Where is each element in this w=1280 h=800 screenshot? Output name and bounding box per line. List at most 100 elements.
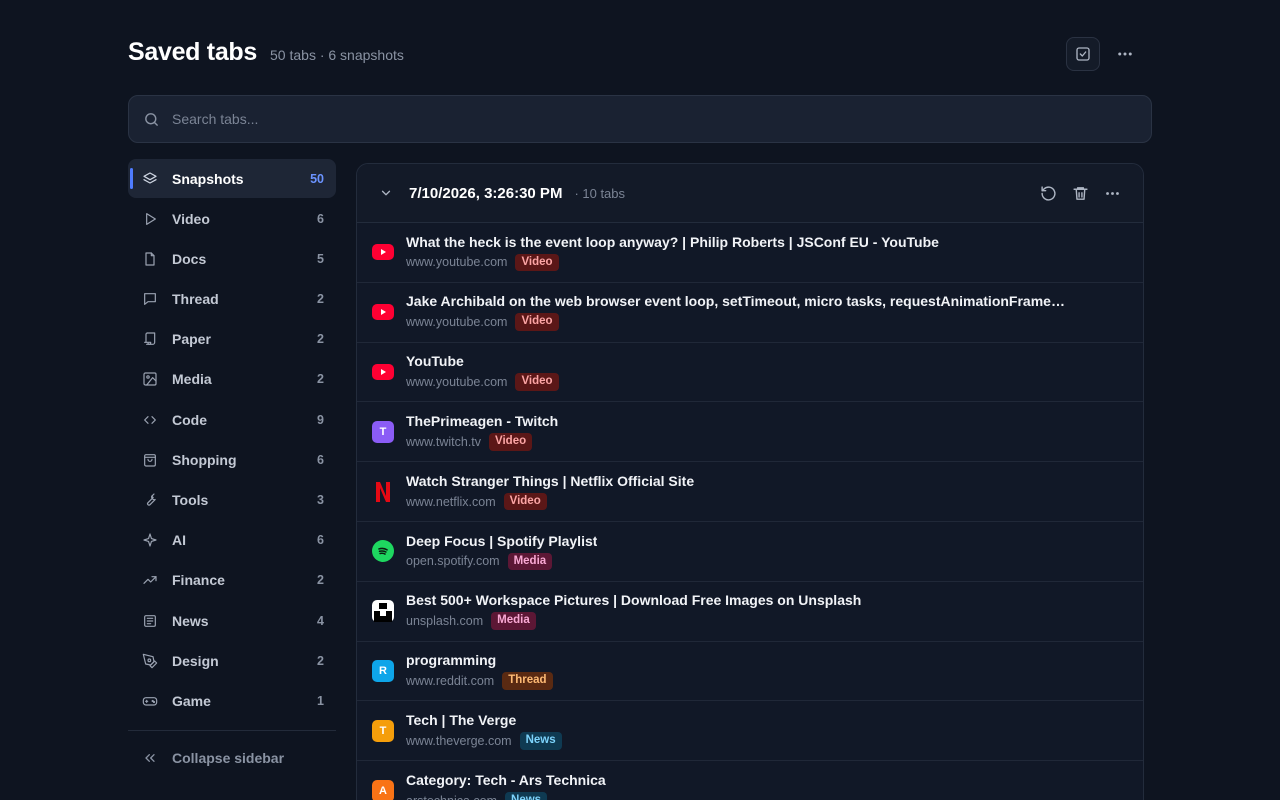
- sidebar-item-count: 2: [317, 372, 324, 387]
- tab-row[interactable]: A Category: Tech - Ars Technica arstechnic…: [357, 761, 1143, 800]
- tab-meta: www.twitch.tv Video: [406, 433, 558, 451]
- tab-text: YouTube www.youtube.com Video: [406, 353, 559, 391]
- snapshot-more-button[interactable]: [1103, 184, 1121, 202]
- category-tag: Media: [491, 612, 536, 630]
- search-input[interactable]: [172, 111, 1072, 127]
- newspaper-icon: [142, 613, 158, 629]
- sidebar-item-game[interactable]: Game 1: [128, 681, 336, 720]
- sidebar-item-label: Code: [172, 411, 207, 428]
- tab-meta: unsplash.com Media: [406, 612, 861, 630]
- sidebar-item-thread[interactable]: Thread 2: [128, 280, 336, 319]
- sidebar-item-count: 9: [317, 412, 324, 427]
- tab-row[interactable]: YouTube www.youtube.com Video: [357, 343, 1143, 403]
- sidebar-item-label: News: [172, 612, 209, 629]
- sidebar-list: Snapshots 50 Video 6 Docs 5 Thread 2 Paper 2 Media…: [128, 159, 336, 720]
- tab-row[interactable]: Deep Focus | Spotify Playlist open.spotif…: [357, 522, 1143, 582]
- search-bar[interactable]: [128, 95, 1152, 143]
- delete-snapshot-button[interactable]: [1071, 184, 1089, 202]
- sidebar-item-count: 2: [317, 573, 324, 588]
- image-icon: [142, 371, 158, 387]
- tab-row[interactable]: What the heck is the event loop anyway? …: [357, 223, 1143, 283]
- more-horizontal-icon: [1118, 52, 1132, 56]
- category-tag: Video: [515, 373, 559, 391]
- tab-title[interactable]: YouTube: [406, 353, 559, 369]
- tab-domain: open.spotify.com: [406, 554, 500, 569]
- message-icon: [142, 291, 158, 307]
- tab-text: Deep Focus | Spotify Playlist open.spotif…: [406, 533, 597, 571]
- letter-favicon-icon: R: [372, 659, 394, 682]
- sidebar-item-count: 6: [317, 533, 324, 548]
- tab-row[interactable]: Best 500+ Workspace Pictures | Download …: [357, 582, 1143, 642]
- collapse-sidebar-label: Collapse sidebar: [172, 750, 285, 767]
- sidebar-item-label: Thread: [172, 291, 219, 308]
- app-root: Saved tabs 50 tabs · 6 snapshots Snapsho…: [0, 0, 1280, 800]
- rotate-ccw-icon: [1040, 185, 1056, 201]
- tab-row[interactable]: Watch Stranger Things | Netflix Official…: [357, 462, 1143, 522]
- tab-title[interactable]: ThePrimeagen - Twitch: [406, 413, 558, 429]
- youtube-favicon-icon: [372, 304, 394, 321]
- tab-title[interactable]: programming: [406, 652, 553, 668]
- restore-snapshot-button[interactable]: [1039, 184, 1057, 202]
- tab-meta: arstechnica.com News: [406, 791, 606, 800]
- page-subtitle: 50 tabs · 6 snapshots: [270, 47, 404, 63]
- unsplash-favicon-icon: [372, 600, 394, 623]
- sidebar-item-media[interactable]: Media 2: [128, 360, 336, 399]
- sidebar-item-label: Paper: [172, 331, 211, 348]
- tab-meta: www.netflix.com Video: [406, 492, 694, 511]
- more-horizontal-icon: [1105, 191, 1119, 195]
- tab-row[interactable]: T Tech | The Verge www.theverge.com News: [357, 701, 1143, 762]
- tab-title[interactable]: Deep Focus | Spotify Playlist: [406, 533, 597, 549]
- youtube-favicon-icon: [372, 244, 394, 261]
- tab-domain: arstechnica.com: [406, 794, 497, 800]
- tab-title[interactable]: Tech | The Verge: [406, 712, 562, 728]
- tab-text: programming www.reddit.com Thread: [406, 652, 553, 690]
- sidebar-item-ai[interactable]: AI 6: [128, 521, 336, 560]
- sidebar-item-snapshots[interactable]: Snapshots 50: [128, 159, 336, 198]
- select-mode-button[interactable]: [1066, 37, 1100, 71]
- tab-list: What the heck is the event loop anyway? …: [357, 223, 1143, 800]
- sidebar-item-design[interactable]: Design 2: [128, 641, 336, 680]
- sidebar-item-news[interactable]: News 4: [128, 601, 336, 640]
- tab-row[interactable]: Jake Archibald on the web browser event …: [357, 283, 1143, 343]
- tab-title[interactable]: Best 500+ Workspace Pictures | Download …: [406, 592, 861, 608]
- tab-title[interactable]: Jake Archibald on the web browser event …: [406, 293, 1066, 309]
- netflix-favicon-icon: [372, 481, 394, 503]
- tab-title[interactable]: What the heck is the event loop anyway? …: [406, 234, 939, 250]
- sidebar-item-shopping[interactable]: Shopping 6: [128, 440, 336, 479]
- sidebar-item-count: 6: [317, 211, 324, 226]
- sidebar-item-paper[interactable]: Paper 2: [128, 320, 336, 359]
- collapse-sidebar-button[interactable]: Collapse sidebar: [128, 731, 336, 785]
- tab-domain: www.netflix.com: [406, 494, 496, 509]
- tab-title[interactable]: Watch Stranger Things | Netflix Official…: [406, 473, 694, 489]
- sidebar-item-video[interactable]: Video 6: [128, 199, 336, 238]
- sidebar: Snapshots 50 Video 6 Docs 5 Thread 2 Paper 2 Media…: [128, 159, 336, 785]
- collapse-snapshot-toggle[interactable]: [379, 186, 393, 200]
- tab-row[interactable]: T ThePrimeagen - Twitch www.twitch.tv Video: [357, 402, 1143, 463]
- tab-domain: www.theverge.com: [406, 733, 512, 748]
- tab-domain: www.youtube.com: [406, 374, 508, 389]
- letter-favicon-icon: A: [372, 779, 394, 800]
- sidebar-item-finance[interactable]: Finance 2: [128, 561, 336, 600]
- tab-domain: unsplash.com: [406, 614, 484, 629]
- trash-icon: [1072, 186, 1088, 200]
- sidebar-item-docs[interactable]: Docs 5: [128, 239, 336, 278]
- tab-row[interactable]: Rprogramming www.reddit.com Thread: [357, 642, 1143, 702]
- category-tag: Video: [503, 492, 547, 511]
- scroll-icon: [142, 331, 158, 347]
- sidebar-item-tools[interactable]: Tools 3: [128, 481, 336, 520]
- sidebar-item-code[interactable]: Code 9: [128, 400, 336, 439]
- tab-meta: www.theverge.com News: [406, 732, 562, 750]
- sidebar-item-count: 5: [317, 251, 324, 266]
- sparkle-icon: [142, 532, 158, 548]
- category-tag: Thread: [502, 672, 553, 690]
- layers-icon: [142, 171, 158, 187]
- more-options-button[interactable]: [1108, 37, 1142, 71]
- snapshot-panel: 7/10/2026, 3:26:30 PM · 10 tabs What the…: [356, 163, 1144, 800]
- sidebar-item-label: Video: [172, 210, 210, 227]
- category-tag: News: [505, 791, 548, 800]
- tab-title[interactable]: Category: Tech - Ars Technica: [406, 772, 606, 788]
- file-icon: [142, 251, 158, 267]
- trending-up-icon: [142, 572, 158, 588]
- letter-favicon-icon: T: [372, 420, 394, 443]
- tab-text: Tech | The Verge www.theverge.com News: [406, 712, 562, 750]
